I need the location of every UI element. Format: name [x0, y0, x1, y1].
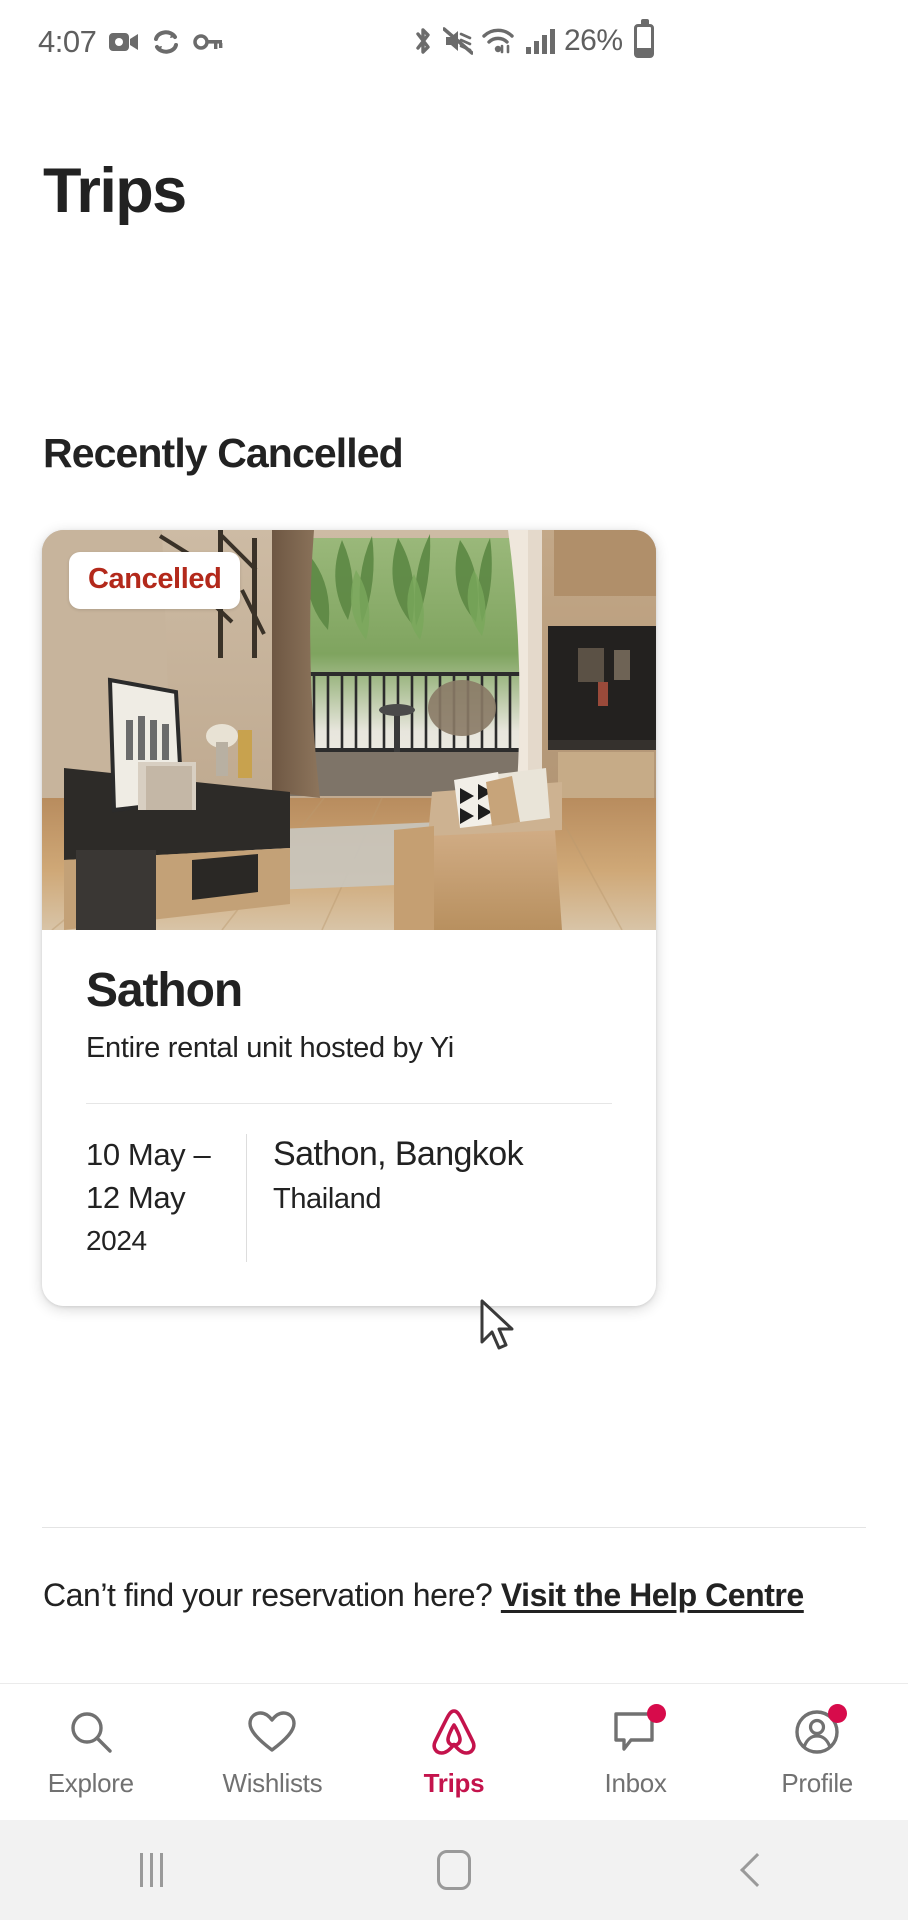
android-navigation-bar	[0, 1820, 908, 1920]
home-icon	[437, 1850, 471, 1890]
sync-icon	[152, 29, 180, 55]
nav-item-wishlists[interactable]: Wishlists	[182, 1684, 364, 1820]
heart-icon	[248, 1706, 297, 1758]
trip-dates: 10 May – 12 May 2024	[86, 1134, 246, 1262]
nav-item-inbox[interactable]: Inbox	[545, 1684, 727, 1820]
nav-item-profile[interactable]: Profile	[726, 1684, 908, 1820]
help-text: Can’t find your reservation here? Visit …	[43, 1572, 833, 1618]
vpn-key-icon	[193, 32, 223, 52]
back-button[interactable]	[605, 1853, 908, 1887]
nav-item-trips[interactable]: Trips	[363, 1684, 545, 1820]
nav-item-explore[interactable]: Explore	[0, 1684, 182, 1820]
mute-icon	[442, 27, 474, 55]
inbox-notification-badge	[646, 1704, 666, 1723]
battery-percent-label: 26%	[564, 24, 623, 57]
home-button[interactable]	[303, 1850, 606, 1890]
cellular-signal-icon	[525, 27, 555, 55]
status-bar-clock: 4:07	[38, 24, 97, 59]
section-title-recently-cancelled: Recently Cancelled	[43, 430, 404, 476]
back-chevron-icon	[739, 1853, 774, 1887]
nav-label-wishlists: Wishlists	[222, 1768, 323, 1798]
listing-title: Sathon	[86, 964, 243, 1017]
recents-icon	[139, 1853, 163, 1887]
trip-date-end: 12 May	[86, 1180, 186, 1216]
search-icon	[68, 1706, 114, 1758]
nav-label-explore: Explore	[47, 1768, 134, 1798]
mouse-cursor	[478, 1298, 522, 1359]
video-camera-icon	[109, 30, 139, 54]
trip-date-start: 10 May –	[86, 1137, 211, 1173]
trip-detail-row: 10 May – 12 May 2024 Sathon, Bangkok Tha…	[86, 1134, 612, 1262]
nav-label-trips: Trips	[423, 1768, 485, 1798]
listing-subtitle: Entire rental unit hosted by Yi	[86, 1032, 454, 1065]
status-bar-right: 26%	[412, 19, 654, 58]
trip-card-body: Sathon Entire rental unit hosted by Yi 1…	[42, 930, 656, 1306]
help-centre-link[interactable]: Visit the Help Centre	[501, 1577, 804, 1613]
trip-location-country: Thailand	[273, 1182, 382, 1215]
airbnb-belo-icon	[430, 1706, 478, 1758]
trip-card[interactable]: Cancelled Sathon Entire rental unit host…	[42, 530, 656, 1306]
status-badge-cancelled: Cancelled	[69, 552, 241, 609]
status-bar-left: 4:07	[38, 24, 223, 60]
bottom-navigation: Explore Wishlists Trips Inbox Profile	[0, 1683, 908, 1820]
battery-icon	[633, 19, 654, 58]
profile-notification-badge	[828, 1704, 848, 1723]
recents-button[interactable]	[0, 1853, 303, 1887]
chat-bubble-icon	[612, 1704, 666, 1758]
account-circle-icon	[793, 1704, 848, 1758]
trip-location: Sathon, Bangkok Thailand	[247, 1134, 612, 1262]
status-bar: 4:07 26%	[0, 0, 908, 92]
section-divider	[42, 1527, 866, 1528]
help-question: Can’t find your reservation here?	[43, 1577, 501, 1613]
page-title: Trips	[43, 156, 187, 226]
card-divider	[86, 1103, 612, 1105]
wifi-icon	[482, 27, 516, 55]
trip-location-city: Sathon, Bangkok	[273, 1135, 524, 1174]
bluetooth-icon	[412, 26, 434, 56]
nav-label-profile: Profile	[781, 1768, 853, 1798]
listing-photo[interactable]: Cancelled	[42, 530, 656, 930]
nav-label-inbox: Inbox	[604, 1768, 667, 1798]
trip-year: 2024	[86, 1224, 147, 1256]
